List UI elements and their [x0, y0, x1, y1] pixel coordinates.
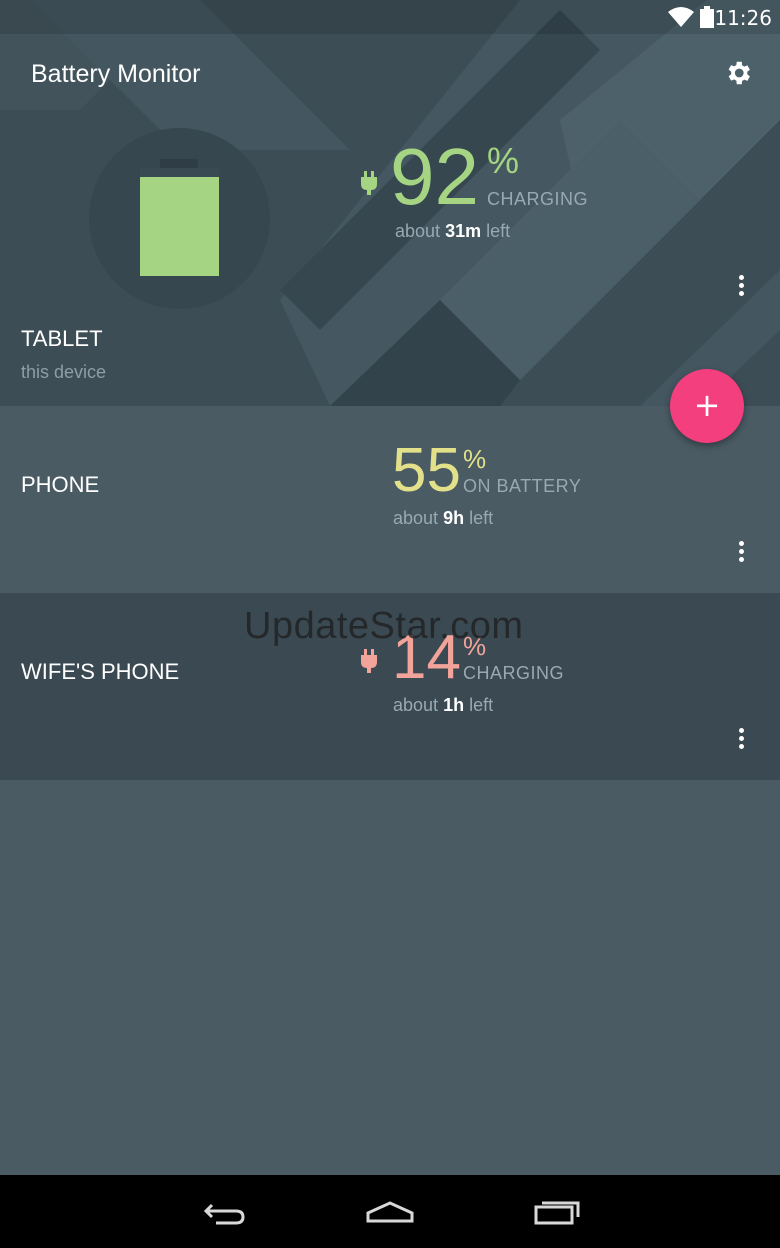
gear-icon[interactable]: [723, 58, 753, 88]
wifes-phone-state: CHARGING: [463, 663, 565, 683]
add-device-button[interactable]: +: [670, 369, 744, 443]
tablet-percent: 92: [390, 132, 479, 221]
tablet-eta-value: 31m: [445, 221, 482, 241]
phone-more-vert-icon[interactable]: [737, 541, 745, 563]
plug-icon: [361, 171, 377, 195]
home-icon[interactable]: [364, 1193, 416, 1229]
app-title: Battery Monitor: [31, 60, 201, 88]
tablet-card: Battery Monitor 92 % CHARGING about 31m …: [0, 0, 780, 406]
add-icon: +: [693, 386, 721, 424]
phone-percent: 55: [392, 436, 461, 505]
phone-percent-sign: %: [463, 444, 487, 474]
status-bar: 11:26: [0, 0, 780, 34]
phone-eta-value: 9h: [443, 508, 465, 528]
wifes-phone-name: WIFE'S PHONE: [21, 659, 180, 684]
phone-eta: about 9h left: [393, 508, 494, 528]
wifi-icon: [668, 7, 694, 27]
wifes-phone-more-vert-icon[interactable]: [737, 728, 745, 750]
phone-card[interactable]: PHONE 55 % ON BATTERY about 9h left: [0, 406, 780, 593]
plug-icon: [361, 649, 377, 673]
battery-graphic-fill: [140, 176, 219, 276]
battery-icon: [700, 6, 714, 28]
back-icon[interactable]: [200, 1193, 248, 1229]
navigation-bar: [0, 1175, 780, 1248]
tablet-more-vert-icon[interactable]: [737, 275, 745, 297]
phone-state: ON BATTERY: [463, 476, 582, 496]
tablet-eta: about 31m left: [395, 221, 511, 241]
empty-list-area: [0, 780, 780, 1175]
tablet-name: TABLET: [21, 326, 103, 351]
phone-name: PHONE: [21, 472, 100, 497]
battery-graphic-body: [140, 168, 219, 276]
tablet-state: CHARGING: [487, 189, 589, 209]
watermark-text: UpdateStar.com: [244, 605, 524, 647]
status-time: 11:26: [714, 6, 772, 30]
recents-icon[interactable]: [532, 1193, 582, 1229]
tablet-percent-sign: %: [487, 140, 520, 181]
wifes-phone-eta-value: 1h: [443, 695, 465, 715]
wifes-phone-eta: about 1h left: [393, 695, 494, 715]
tablet-subtitle: this device: [21, 362, 107, 382]
